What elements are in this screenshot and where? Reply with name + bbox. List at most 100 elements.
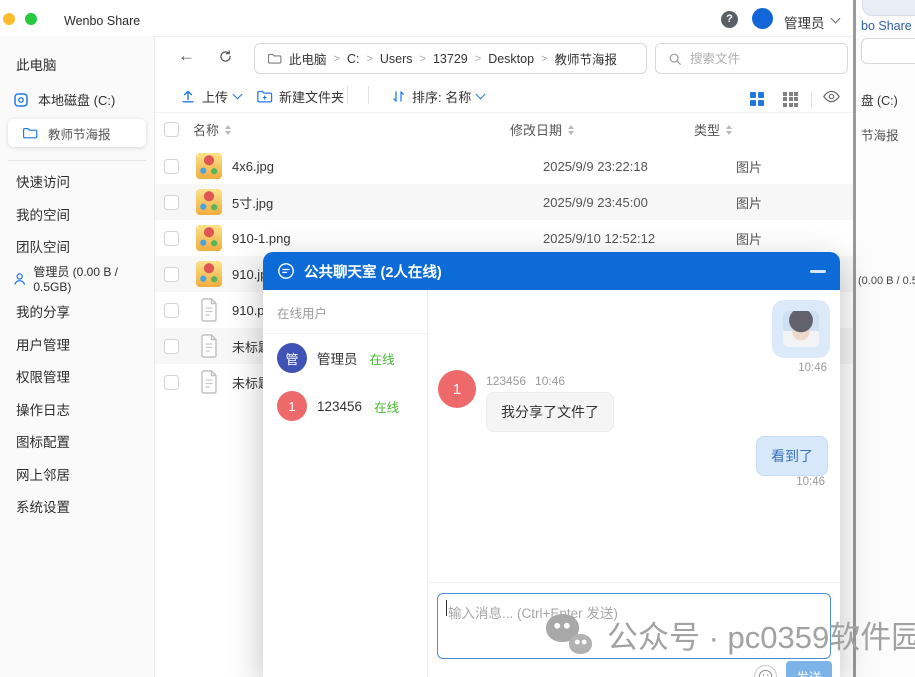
document-icon (196, 369, 222, 395)
row-checkbox[interactable] (164, 231, 179, 246)
file-date: 2025/9/9 23:22:18 (543, 159, 736, 174)
account-name[interactable]: 管理员 (784, 12, 825, 32)
breadcrumb-separator: > (475, 53, 481, 65)
file-name[interactable]: 910-1.png (232, 231, 543, 246)
sidebar-item-label: 操作日志 (16, 399, 70, 419)
new-folder-button[interactable]: 新建文件夹 (256, 84, 344, 108)
outgoing-image-message[interactable] (772, 300, 830, 358)
grid-view-icon[interactable] (750, 92, 764, 106)
chat-messages: 10:46 1 123456 10:46 我分享了文件了 看到了 10:46 (428, 290, 840, 582)
sidebar-item-network-neighborhood[interactable]: 网上邻居 (0, 458, 154, 491)
breadcrumb-item[interactable]: Desktop (488, 52, 534, 66)
sidebar-item-admin-quota[interactable]: 管理员 (0.00 B / 0.5GB) (0, 263, 154, 296)
breadcrumb-item[interactable]: 13729 (433, 52, 468, 66)
row-checkbox[interactable] (164, 339, 179, 354)
sidebar-item-quick-access[interactable]: 快速访问 (0, 165, 154, 198)
dense-grid-view-icon[interactable] (783, 92, 798, 107)
list-item-user[interactable]: 管 管理员 在线 (263, 334, 427, 382)
select-all-checkbox[interactable] (164, 122, 179, 137)
account-avatar[interactable] (752, 8, 773, 29)
chat-title: 公共聊天室 (2人在线) (304, 261, 442, 282)
sidebar-item-operation-logs[interactable]: 操作日志 (0, 393, 154, 426)
sidebar-item-local-disk[interactable]: 本地磁盘 (C:) (12, 90, 154, 109)
breadcrumb-item[interactable]: C: (347, 52, 360, 66)
help-icon[interactable]: ? (721, 11, 738, 28)
send-button[interactable]: 发送 (786, 661, 832, 677)
user-name: 管理员 (317, 348, 358, 368)
breadcrumb-item[interactable]: Users (380, 52, 413, 66)
file-name[interactable]: 4x6.jpg (232, 159, 543, 174)
column-header-type[interactable]: 类型 (694, 120, 720, 139)
sidebar-item-label: 我的空间 (16, 204, 70, 224)
incoming-message-bubble: 我分享了文件了 (486, 392, 614, 432)
row-checkbox[interactable] (164, 159, 179, 174)
table-row[interactable]: 5寸.jpg 2025/9/9 23:45:00 图片 (155, 184, 853, 220)
sort-icon (391, 89, 406, 104)
sidebar-item-label: 管理员 (0.00 B / 0.5GB) (33, 263, 154, 294)
sidebar-item-permission-management[interactable]: 权限管理 (0, 360, 154, 393)
eye-icon[interactable] (823, 90, 840, 108)
back-icon[interactable]: ← (178, 46, 195, 66)
refresh-icon[interactable] (218, 49, 233, 69)
screen: bo Share 盘 (C:) 节海报 (0.00 B / 0.5 Wenbo … (0, 0, 915, 677)
online-users-label: 在线用户 (263, 290, 427, 334)
status-badge: 在线 (370, 349, 395, 368)
background-window-search-fragment (861, 38, 915, 64)
sidebar-item-this-pc[interactable]: 此电脑 (0, 36, 154, 74)
sidebar-item-label: 图标配置 (16, 431, 70, 451)
toolbar-divider (811, 91, 812, 107)
wechat-icon (546, 614, 594, 656)
row-checkbox[interactable] (164, 267, 179, 282)
sidebar-item-my-space[interactable]: 我的空间 (0, 198, 154, 231)
minimize-icon[interactable] (810, 270, 826, 273)
background-window-quota-label: (0.00 B / 0.5 (858, 275, 915, 287)
chat-bubble-icon (277, 262, 295, 280)
toolbar-divider (368, 86, 369, 104)
breadcrumb-separator: > (334, 53, 340, 65)
background-window-disk-label: 盘 (C:) (861, 90, 898, 109)
sidebar-item-icon-config[interactable]: 图标配置 (0, 425, 154, 458)
chat-header[interactable]: 公共聊天室 (2人在线) (263, 252, 840, 290)
maximize-traffic-light[interactable] (25, 13, 37, 25)
file-type: 图片 (736, 193, 762, 212)
sidebar-item-user-management[interactable]: 用户管理 (0, 328, 154, 361)
new-folder-icon (256, 89, 273, 104)
sidebar-item-label: 团队空间 (16, 236, 70, 256)
search-input[interactable] (690, 52, 830, 66)
message-time: 10:46 (535, 374, 565, 388)
sort-button[interactable]: 排序: 名称 (391, 84, 484, 108)
row-checkbox[interactable] (164, 375, 179, 390)
upload-button[interactable]: 上传 (180, 84, 241, 108)
file-date: 2025/9/9 23:45:00 (543, 195, 736, 210)
row-checkbox[interactable] (164, 195, 179, 210)
sidebar-item-my-shares[interactable]: 我的分享 (0, 295, 154, 328)
status-badge: 在线 (374, 397, 399, 416)
sidebar-item-system-settings[interactable]: 系统设置 (0, 490, 154, 523)
chevron-down-icon[interactable] (831, 14, 841, 24)
column-header-date[interactable]: 修改日期 (510, 120, 562, 139)
sort-arrows-icon[interactable] (568, 125, 574, 135)
list-item-user[interactable]: 1 123456 在线 (263, 382, 427, 430)
breadcrumb-item[interactable]: 此电脑 (289, 49, 327, 68)
background-window-corner (862, 0, 915, 16)
new-folder-label: 新建文件夹 (279, 87, 344, 106)
minimize-traffic-light[interactable] (3, 13, 15, 25)
sort-arrows-icon[interactable] (726, 125, 732, 135)
breadcrumb-separator: > (541, 53, 547, 65)
sidebar-item-label: 系统设置 (16, 496, 70, 516)
row-checkbox[interactable] (164, 303, 179, 318)
sidebar-divider (8, 160, 146, 161)
sidebar-item-label: 网上邻居 (16, 464, 70, 484)
sidebar-item-teacher-day-folder[interactable]: 教师节海报 (8, 119, 146, 147)
sidebar-item-team-space[interactable]: 团队空间 (0, 230, 154, 263)
column-header-name[interactable]: 名称 (193, 120, 219, 139)
table-row[interactable]: 910-1.png 2025/9/10 12:52:12 图片 (155, 220, 853, 256)
file-name[interactable]: 5寸.jpg (232, 193, 543, 212)
document-icon (196, 333, 222, 359)
emoji-button[interactable] (754, 665, 777, 677)
chevron-down-icon (233, 90, 243, 100)
outgoing-message-bubble: 看到了 (756, 436, 828, 476)
sort-arrows-icon[interactable] (225, 125, 231, 135)
breadcrumb-item[interactable]: 教师节海报 (554, 49, 617, 68)
table-row[interactable]: 4x6.jpg 2025/9/9 23:22:18 图片 (155, 148, 853, 184)
